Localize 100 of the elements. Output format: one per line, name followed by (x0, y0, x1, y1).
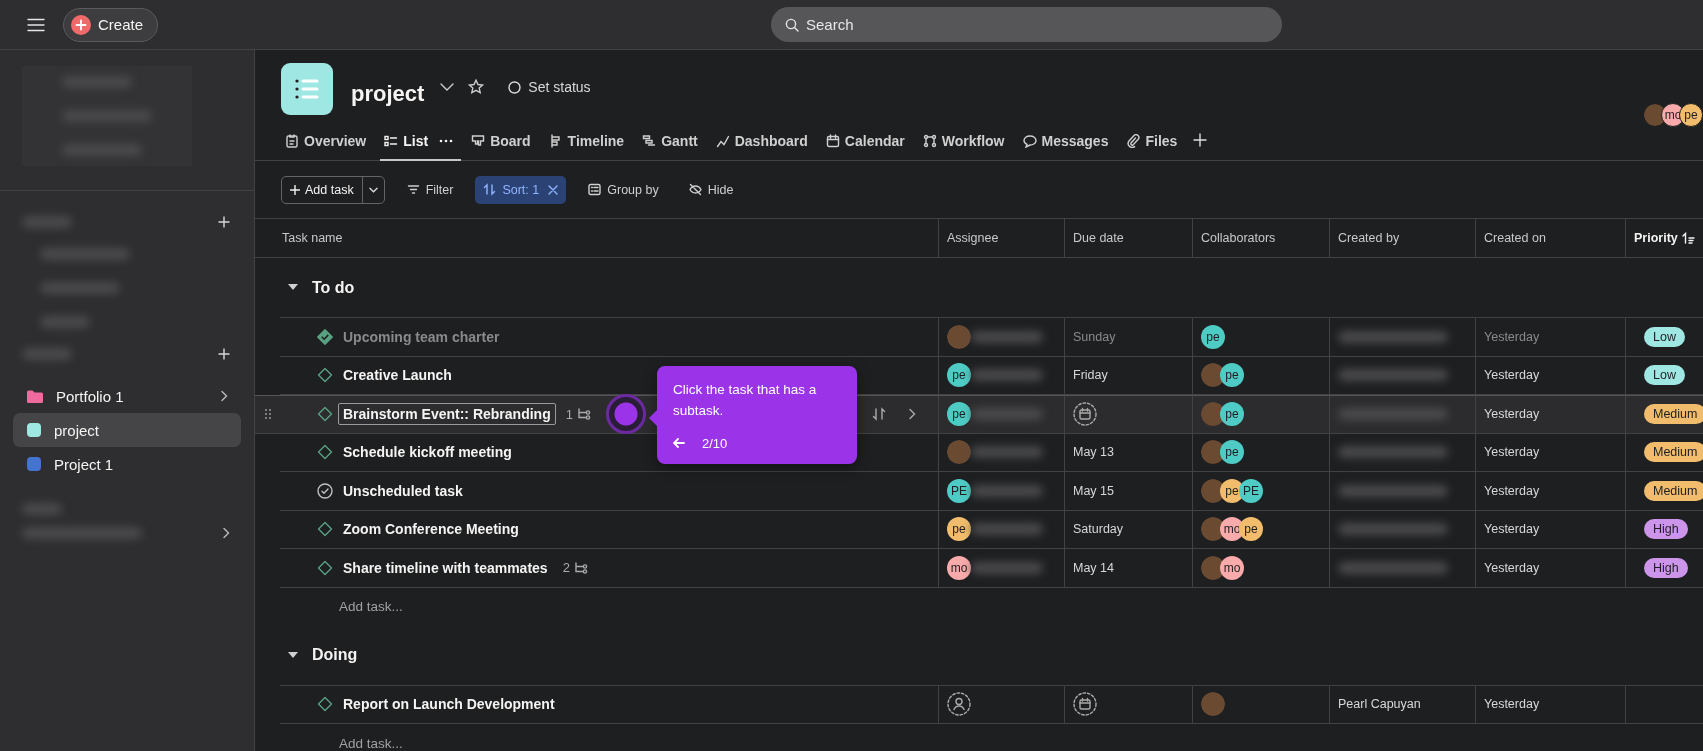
group-by-button[interactable]: Group by (580, 175, 667, 204)
filter-button[interactable]: Filter (398, 175, 462, 204)
star-icon[interactable] (468, 79, 485, 95)
avatar: pe (1201, 324, 1225, 349)
created-on: Yesterday (1484, 560, 1540, 575)
avatar: PE (1239, 478, 1263, 503)
plus-icon (71, 14, 91, 35)
calendar-placeholder-icon[interactable] (1073, 402, 1097, 427)
created-on: Yesterday (1484, 483, 1540, 498)
sidebar-item[interactable]: Portfolio 1 (13, 379, 241, 413)
paperclip-icon (1126, 134, 1141, 148)
blurred-text (971, 408, 1043, 421)
priority-tag: High (1644, 519, 1688, 540)
task-name[interactable]: Share timeline with teammates (338, 556, 553, 579)
sort-button[interactable]: Sort: 1 (475, 175, 567, 204)
triangle-icon[interactable] (288, 284, 298, 291)
task-row[interactable]: Zoom Conference Meeting pe Saturday mo pe Yesterday High (280, 510, 1703, 549)
calendar-placeholder-icon[interactable] (1073, 692, 1097, 717)
chevron-right-icon[interactable] (908, 408, 916, 421)
subtask-count[interactable]: 1 (565, 406, 591, 422)
sidebar-item[interactable]: Project 1 (13, 447, 241, 481)
tab[interactable]: Board (467, 119, 539, 161)
column-header[interactable]: Priority (1625, 219, 1703, 257)
back-arrow-icon[interactable] (673, 438, 685, 448)
task-row[interactable]: Unscheduled task PE May 15 pe PE Yesterday Medium (280, 472, 1703, 511)
task-name[interactable]: Schedule kickoff meeting (338, 441, 517, 464)
diamond-icon[interactable] (317, 367, 333, 384)
set-status-button[interactable]: Set status (502, 78, 597, 96)
drag-handle-icon[interactable] (264, 409, 271, 420)
caret-icon (368, 186, 378, 193)
column-header[interactable]: Created on (1475, 219, 1625, 257)
task-row[interactable]: Report on Launch Development Pearl Capuyan Yesterday (280, 685, 1703, 724)
task-name[interactable]: Upcoming team charter (338, 325, 505, 348)
diamond-icon[interactable] (317, 696, 333, 713)
priority-tag: Medium (1644, 480, 1703, 501)
triangle-icon[interactable] (288, 651, 298, 659)
due-date: May 13 (1073, 445, 1114, 460)
tab[interactable]: Files (1122, 119, 1186, 161)
plus-icon[interactable] (1193, 133, 1208, 147)
create-button[interactable]: Create (63, 7, 159, 42)
plus-icon (290, 184, 300, 195)
task-row[interactable]: Share timeline with teammates 2 mo May 14 mo Yesterday High (280, 549, 1703, 588)
task-name[interactable]: Unscheduled task (338, 479, 468, 502)
timeline-icon (548, 134, 563, 148)
diamond-icon[interactable] (317, 521, 333, 538)
tab[interactable]: Gantt (638, 119, 706, 161)
plus-icon[interactable] (218, 216, 230, 228)
created-on: Yesterday (1484, 329, 1540, 344)
filter-icon (406, 183, 420, 196)
column-header[interactable]: Assignee (938, 219, 1064, 257)
menu-icon[interactable] (27, 17, 45, 32)
add-task-link[interactable]: Add task... (339, 735, 403, 751)
group-icon (588, 183, 602, 196)
chevron-down-icon[interactable] (440, 83, 455, 91)
swap-arrows-icon[interactable] (872, 407, 886, 422)
task-name[interactable]: Report on Launch Development (338, 693, 560, 716)
task-name[interactable]: Brainstorm Event:: Rebranding (338, 403, 556, 426)
blurred-text (971, 446, 1043, 459)
tab[interactable]: Overview (281, 119, 375, 161)
created-on: Yesterday (1484, 522, 1540, 537)
avatar: mo (1220, 555, 1244, 580)
search-icon (785, 18, 799, 32)
task-name[interactable]: Creative Launch (338, 364, 457, 387)
sidebar-item[interactable]: project (13, 413, 241, 447)
avatar: pe (1220, 440, 1244, 465)
workflow-icon (922, 134, 937, 148)
diamond-icon[interactable] (317, 559, 333, 576)
column-header[interactable]: Due date (1064, 219, 1192, 257)
column-header[interactable]: Collaborators (1192, 219, 1329, 257)
tab[interactable]: Dashboard (711, 119, 816, 161)
person-placeholder-icon[interactable] (947, 692, 971, 717)
tab[interactable]: Calendar (821, 119, 913, 161)
circle-icon (508, 80, 522, 94)
subtask-count[interactable]: 2 (562, 560, 588, 576)
blurred-text (971, 523, 1043, 536)
column-header[interactable]: Created by (1329, 219, 1475, 257)
blurred-text (971, 561, 1043, 574)
plus-icon[interactable] (218, 348, 230, 360)
avatar: PE (947, 478, 971, 503)
task-name[interactable]: Zoom Conference Meeting (338, 518, 524, 541)
priority-tag: Medium (1644, 442, 1703, 463)
hide-button[interactable]: Hide (680, 175, 742, 204)
avatar: mo (947, 555, 971, 580)
sort-icon (483, 183, 497, 196)
due-date: Saturday (1073, 522, 1124, 537)
sort-ascending-icon (1681, 232, 1695, 244)
diamond-icon[interactable] (317, 444, 333, 461)
tab[interactable]: Timeline (544, 119, 633, 161)
tab[interactable]: Messages (1018, 119, 1117, 161)
milestone-done-icon[interactable] (317, 328, 333, 345)
diamond-icon[interactable] (317, 406, 333, 423)
column-header[interactable]: Task name (280, 219, 938, 257)
tab[interactable]: Workflow (918, 119, 1013, 161)
chart-line-icon (715, 134, 730, 148)
blurred-text (971, 369, 1043, 382)
check-circle-icon[interactable] (317, 482, 333, 499)
task-row[interactable]: Upcoming team charter Sunday pe Yesterday Low (280, 318, 1703, 357)
search-field[interactable]: Search (771, 7, 1282, 42)
add-task-link[interactable]: Add task... (339, 599, 403, 614)
tab[interactable]: List (380, 119, 462, 161)
